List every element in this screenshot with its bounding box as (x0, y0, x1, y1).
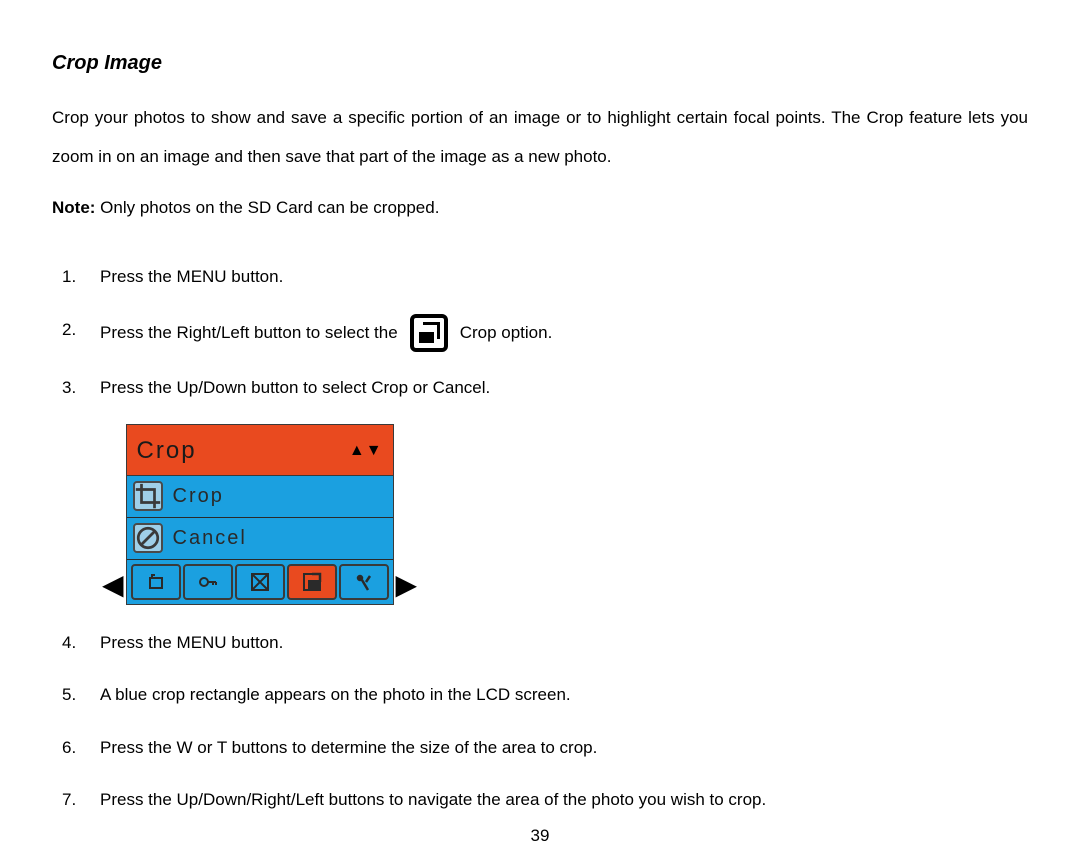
note-text: Only photos on the SD Card can be croppe… (95, 198, 439, 217)
lock-icon (183, 564, 233, 600)
step-3: Press the Up/Down button to select Crop … (62, 372, 1028, 404)
step-7: Press the Up/Down/Right/Left buttons to … (62, 784, 1028, 816)
steps-list-continued: Press the MENU button. A blue crop recta… (52, 627, 1028, 816)
right-arrow-icon: ▶ (394, 565, 420, 605)
step-5: A blue crop rectangle appears on the pho… (62, 679, 1028, 711)
menu-screenshot: ◀ Crop ▲▼ Crop Cancel (100, 424, 1028, 605)
crop-row-icon (133, 481, 163, 511)
crop-icon (410, 314, 448, 352)
menu-row-crop: Crop (127, 476, 393, 518)
menu-row-crop-label: Crop (173, 481, 224, 511)
menu-header-title: Crop (137, 433, 197, 469)
intro-paragraph: Crop your photos to show and save a spec… (52, 98, 1028, 176)
crop-strip-icon (287, 564, 337, 600)
step-1: Press the MENU button. (62, 261, 1028, 293)
page-number: 39 (531, 823, 550, 849)
step-2: Press the Right/Left button to select th… (62, 314, 1028, 352)
rotate-icon (131, 564, 181, 600)
menu-row-cancel-label: Cancel (173, 523, 247, 553)
camera-menu-panel: Crop ▲▼ Crop Cancel (126, 424, 394, 605)
updown-arrows-icon: ▲▼ (349, 439, 383, 463)
menu-row-cancel: Cancel (127, 518, 393, 560)
cancel-row-icon (133, 523, 163, 553)
step-6: Press the W or T buttons to determine th… (62, 732, 1028, 764)
step-2-text-a: Press the Right/Left button to select th… (100, 317, 398, 349)
steps-list: Press the MENU button. Press the Right/L… (52, 261, 1028, 404)
note-label: Note: (52, 198, 95, 217)
step-2-text-b: Crop option. (460, 317, 553, 349)
menu-header-row: Crop ▲▼ (127, 425, 393, 476)
note-line: Note: Only photos on the SD Card can be … (52, 194, 1028, 221)
menu-icon-strip (127, 560, 393, 604)
section-title: Crop Image (52, 48, 1028, 78)
settings-icon (339, 564, 389, 600)
left-arrow-icon: ◀ (100, 565, 126, 605)
step-4: Press the MENU button. (62, 627, 1028, 659)
delete-icon (235, 564, 285, 600)
